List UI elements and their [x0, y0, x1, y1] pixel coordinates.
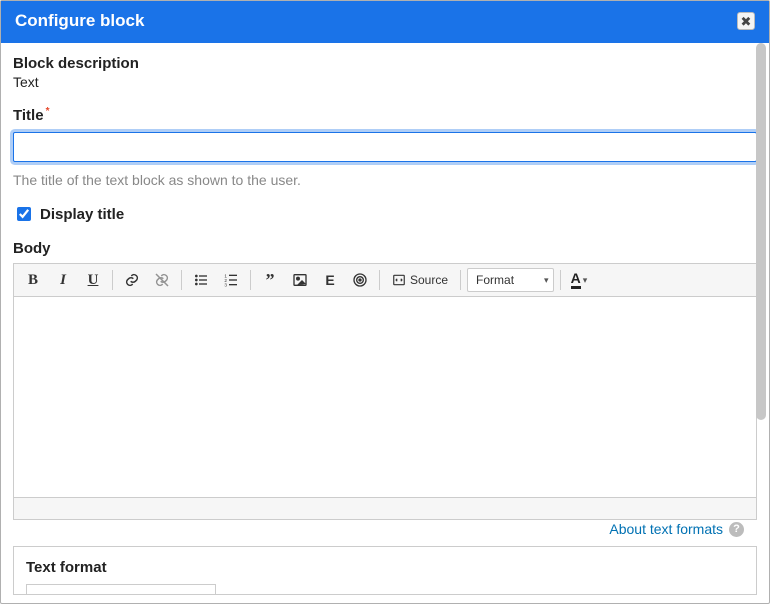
- title-helper-text: The title of the text block as shown to …: [13, 172, 757, 188]
- underline-button[interactable]: U: [80, 268, 106, 292]
- toolbar-separator: [112, 270, 113, 290]
- text-color-button[interactable]: A ▾: [567, 268, 592, 292]
- dialog-body: Block description Text Title* The title …: [1, 43, 769, 603]
- dialog-header: Configure block ✖: [1, 1, 769, 43]
- text-format-label: Text format: [26, 559, 744, 576]
- chevron-down-icon: ▾: [544, 275, 549, 286]
- text-format-select[interactable]: [26, 584, 216, 594]
- number-list-button[interactable]: 123: [218, 268, 244, 292]
- editor-toolbar: B I U 123 ”: [14, 264, 756, 297]
- unlink-icon: [154, 272, 170, 288]
- rich-text-editor: B I U 123 ”: [13, 263, 757, 520]
- title-input[interactable]: [13, 132, 757, 162]
- block-description-value: Text: [13, 74, 757, 90]
- bold-icon: B: [28, 272, 38, 289]
- help-icon[interactable]: ?: [729, 522, 744, 537]
- scrollbar-thumb[interactable]: [756, 43, 766, 420]
- number-list-icon: 123: [223, 272, 239, 288]
- block-description-section: Block description Text: [13, 55, 757, 90]
- format-label: Format: [476, 273, 514, 287]
- text-format-panel: About text formats ? Text format: [13, 546, 757, 595]
- image-button[interactable]: [287, 268, 313, 292]
- display-title-checkbox[interactable]: [17, 207, 31, 221]
- title-section: Title* The title of the text block as sh…: [13, 106, 757, 188]
- display-title-row: Display title: [13, 204, 757, 224]
- vertical-scrollbar[interactable]: [755, 43, 767, 597]
- e-icon: E: [325, 272, 334, 288]
- blockquote-button[interactable]: ”: [257, 268, 283, 292]
- about-text-formats: About text formats ?: [609, 521, 744, 537]
- bullet-list-button[interactable]: [188, 268, 214, 292]
- toolbar-separator: [379, 270, 380, 290]
- toolbar-separator: [250, 270, 251, 290]
- link-icon: [124, 272, 140, 288]
- close-button[interactable]: ✖: [737, 12, 755, 30]
- source-button[interactable]: Source: [386, 268, 454, 292]
- unlink-button[interactable]: [149, 268, 175, 292]
- embed-button[interactable]: [347, 268, 373, 292]
- link-button[interactable]: [119, 268, 145, 292]
- e-button[interactable]: E: [317, 268, 343, 292]
- embed-icon: [352, 272, 368, 288]
- toolbar-separator: [560, 270, 561, 290]
- bold-button[interactable]: B: [20, 268, 46, 292]
- title-label: Title*: [13, 106, 757, 124]
- required-indicator: *: [46, 106, 50, 117]
- italic-icon: I: [60, 272, 66, 289]
- source-code-icon: [392, 273, 406, 287]
- toolbar-separator: [181, 270, 182, 290]
- display-title-label[interactable]: Display title: [40, 206, 124, 223]
- chevron-down-icon: ▾: [583, 275, 588, 286]
- about-text-formats-link[interactable]: About text formats: [609, 521, 723, 537]
- title-label-text: Title: [13, 107, 44, 124]
- source-label: Source: [410, 273, 448, 287]
- image-icon: [292, 272, 308, 288]
- body-editor-area[interactable]: [14, 297, 756, 497]
- italic-button[interactable]: I: [50, 268, 76, 292]
- svg-text:3: 3: [224, 283, 227, 288]
- close-icon: ✖: [741, 15, 752, 28]
- format-dropdown[interactable]: Format ▾: [467, 268, 554, 292]
- editor-statusbar: [14, 497, 756, 519]
- toolbar-separator: [460, 270, 461, 290]
- body-section: Body B I U 123: [13, 240, 757, 520]
- dialog-title: Configure block: [15, 11, 144, 31]
- underline-icon: U: [88, 272, 99, 289]
- text-color-icon: A: [571, 271, 581, 289]
- block-description-label: Block description: [13, 55, 757, 72]
- blockquote-icon: ”: [266, 271, 275, 289]
- body-label: Body: [13, 240, 757, 257]
- bullet-list-icon: [193, 272, 209, 288]
